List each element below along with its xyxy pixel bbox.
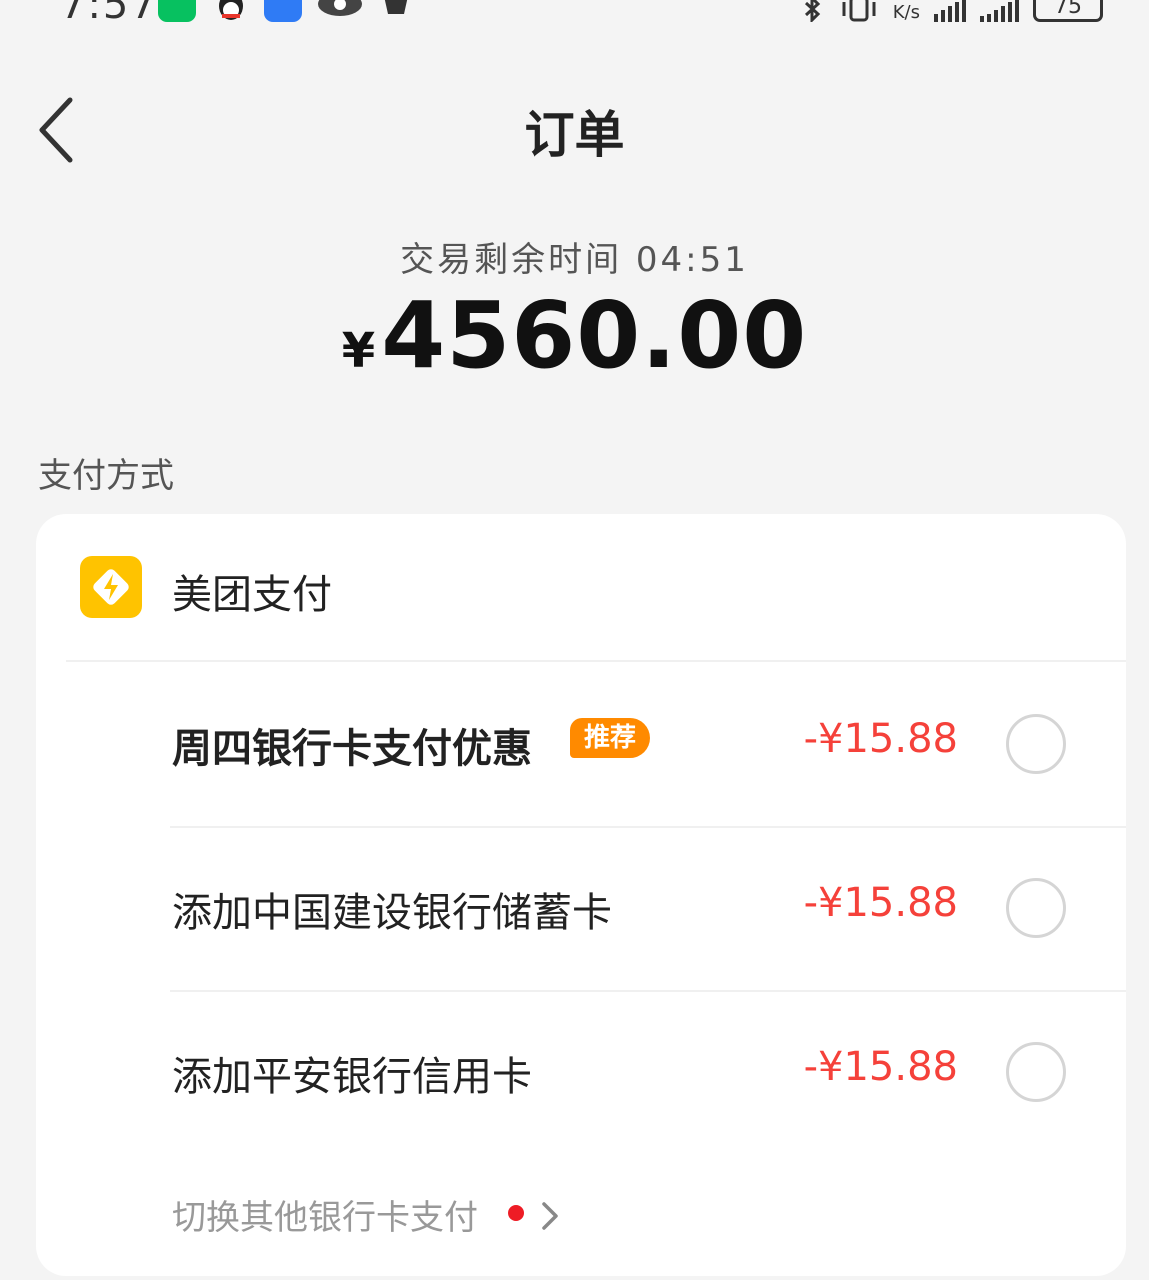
option-discount: -¥15.88 (803, 1044, 958, 1090)
status-indicators: K/s 75 (799, 0, 1103, 22)
status-bar: 7:57 K/s 75 (0, 0, 1149, 30)
nav-bar: 订单 (0, 30, 1149, 210)
switch-label: 切换其他银行卡支付 (172, 1198, 478, 1238)
page-title: 订单 (524, 106, 625, 164)
signal-icon-1 (934, 0, 966, 22)
battery-icon: 75 (1033, 0, 1103, 22)
recommend-badge: 推荐 (570, 718, 651, 758)
option-label: 添加平安银行信用卡 (172, 1054, 532, 1100)
red-dot-indicator (508, 1205, 524, 1221)
signal-icon-2 (980, 0, 1019, 22)
payment-option-thursday-bank-card[interactable]: 周四银行卡支付优惠 推荐 -¥15.88 (36, 662, 1126, 826)
provider-row: 美团支付 (36, 514, 1126, 660)
qq-icon (212, 0, 250, 22)
payment-option-ccb-debit[interactable]: 添加中国建设银行储蓄卡 -¥15.88 (36, 826, 1126, 990)
radio-button[interactable] (1006, 714, 1066, 774)
option-label: 添加中国建设银行储蓄卡 (172, 890, 612, 936)
status-time: 7:57 (60, 0, 158, 28)
option-discount: -¥15.88 (803, 716, 958, 762)
order-amount: ¥4560.00 (0, 282, 1149, 389)
payment-method-label: 支付方式 (38, 456, 174, 496)
radio-button[interactable] (1006, 1042, 1066, 1102)
bluetooth-icon (799, 0, 825, 22)
vibrate-icon (839, 0, 879, 22)
amount-value: 4560.00 (381, 282, 808, 389)
radio-button[interactable] (1006, 878, 1066, 938)
currency-symbol: ¥ (341, 323, 376, 379)
net-speed: K/s (892, 2, 920, 23)
chevron-right-icon (542, 1202, 558, 1230)
provider-name: 美团支付 (172, 572, 332, 618)
option-discount: -¥15.88 (803, 880, 958, 926)
switch-bank-card-link[interactable]: 切换其他银行卡支付 (36, 1170, 1126, 1250)
option-label: 周四银行卡支付优惠 (172, 726, 532, 772)
transaction-timer: 交易剩余时间 04:51 (400, 240, 749, 280)
app-blue-icon (264, 0, 302, 22)
wechat-icon (158, 0, 196, 22)
eye-icon (316, 0, 364, 22)
payment-option-pingan-credit[interactable]: 添加平安银行信用卡 -¥15.88 (36, 990, 1126, 1154)
mute-icon (378, 0, 416, 22)
payment-card: 美团支付 周四银行卡支付优惠 推荐 -¥15.88 添加中国建设银行储蓄卡 -¥… (36, 514, 1126, 1276)
meituan-pay-icon (80, 556, 142, 618)
